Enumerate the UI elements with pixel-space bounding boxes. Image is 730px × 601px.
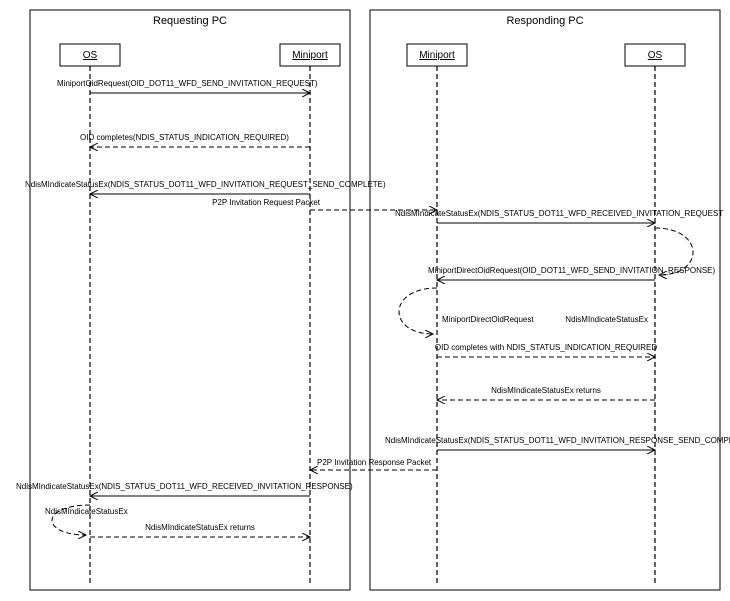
msg-m10: NdisMIndicateStatusEx(NDIS_STATUS_DOT11_… (385, 436, 730, 445)
sequence-diagram: Requesting PC OS Miniport Responding PC … (0, 0, 730, 601)
msg-m3: NdisMIndicateStatusEx(NDIS_STATUS_DOT11_… (25, 180, 386, 189)
msg-m7a: MiniportDirectOidRequest (442, 315, 534, 324)
msg-m1: MiniportOidRequest(OID_DOT11_WFD_SEND_IN… (57, 79, 318, 88)
messages-right: NdisMIndicateStatusEx(NDIS_STATUS_DOT11_… (310, 209, 730, 470)
left-miniport-label: Miniport (292, 50, 328, 61)
responding-pc-frame: Responding PC Miniport OS (370, 10, 720, 590)
msg-m5: NdisMIndicateStatusEx(NDIS_STATUS_DOT11_… (395, 209, 723, 218)
requesting-pc-title: Requesting PC (153, 15, 227, 27)
left-os-label: OS (83, 50, 98, 61)
msg-m4: P2P Invitation Request Packet (212, 198, 321, 207)
msg-m11: P2P Invitation Response Packet (317, 458, 432, 467)
right-miniport-label: Miniport (419, 50, 455, 61)
requesting-pc-frame: Requesting PC OS Miniport (30, 10, 350, 590)
msg-m8: OID completes with NDIS_STATUS_INDICATIO… (435, 343, 657, 352)
msg-m2: OID completes(NDIS_STATUS_INDICATION_REQ… (80, 133, 289, 142)
right-os-label: OS (648, 50, 663, 61)
msg-m6: MiniportDirectOidRequest(OID_DOT11_WFD_S… (428, 266, 716, 275)
messages-left: MiniportOidRequest(OID_DOT11_WFD_SEND_IN… (16, 79, 437, 537)
responding-pc-title: Responding PC (506, 15, 583, 27)
msg-m13b: NdisMIndicateStatusEx returns (145, 523, 255, 532)
msg-m12: NdisMIndicateStatusEx(NDIS_STATUS_DOT11_… (16, 482, 353, 491)
msg-m7b: NdisMIndicateStatusEx (565, 315, 648, 324)
msg-m13a: NdisMIndicateStatusEx (45, 507, 128, 516)
msg-m9: NdisMIndicateStatusEx returns (491, 386, 601, 395)
